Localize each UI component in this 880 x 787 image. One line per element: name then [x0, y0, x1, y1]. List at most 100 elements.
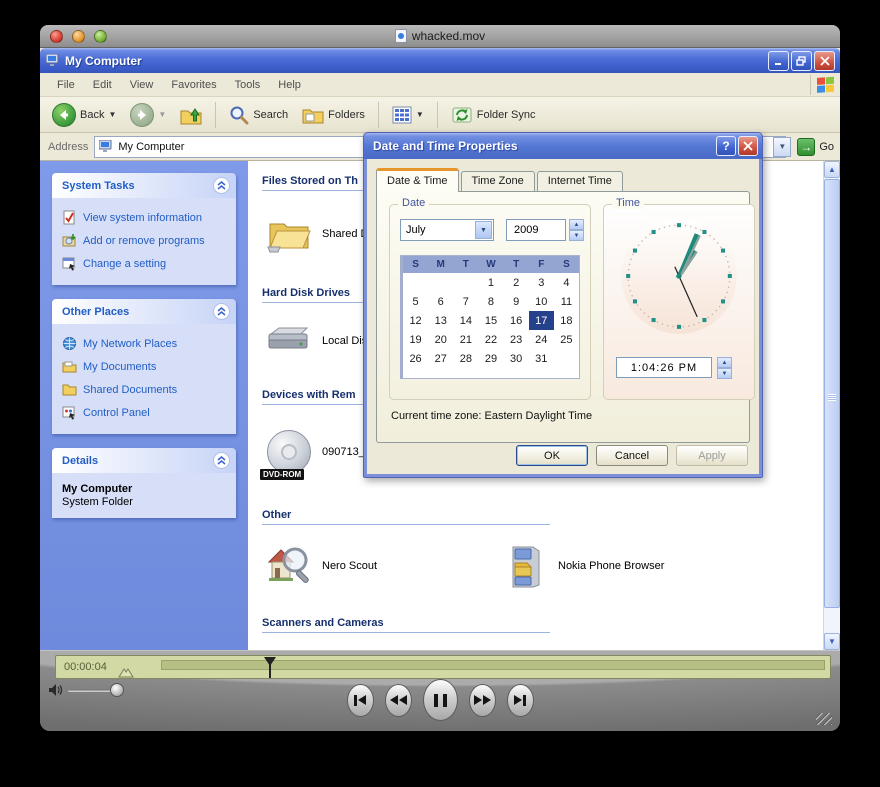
- item-apple-isight[interactable]: Apple Built-in iSight: [262, 633, 498, 650]
- calendar-day[interactable]: 27: [428, 349, 453, 368]
- calendar-day[interactable]: 15: [478, 311, 503, 330]
- dialog-titlebar[interactable]: Date and Time Properties ?: [364, 133, 762, 159]
- folder-sync-button[interactable]: Folder Sync: [447, 103, 540, 127]
- pause-button[interactable]: [423, 679, 458, 721]
- help-button[interactable]: ?: [716, 136, 736, 156]
- calendar-day[interactable]: 23: [504, 330, 529, 349]
- rewind-button[interactable]: [385, 684, 412, 717]
- close-traffic-light-icon[interactable]: [50, 30, 63, 43]
- timeline-track[interactable]: [161, 660, 825, 670]
- forward-button[interactable]: ▼: [126, 101, 170, 129]
- sidebar-item-my-network-places[interactable]: My Network Places: [62, 332, 228, 355]
- tab-date-time[interactable]: Date & Time: [376, 168, 459, 192]
- chevron-up-icon[interactable]: [213, 177, 230, 194]
- previous-frame-button[interactable]: [347, 684, 374, 717]
- fast-forward-button[interactable]: [469, 684, 496, 717]
- menu-favorites[interactable]: Favorites: [162, 75, 225, 95]
- month-select[interactable]: July ▼: [400, 219, 494, 241]
- back-button[interactable]: Back▼: [48, 101, 120, 129]
- calendar-day[interactable]: 6: [428, 292, 453, 311]
- minimize-button[interactable]: [768, 51, 789, 71]
- calendar-day[interactable]: 31: [529, 349, 554, 368]
- other-places-header[interactable]: Other Places: [52, 299, 236, 324]
- calendar-day[interactable]: 29: [478, 349, 503, 368]
- search-button[interactable]: Search: [225, 103, 292, 127]
- calendar-day[interactable]: [403, 273, 428, 292]
- chevron-up-icon[interactable]: [213, 452, 230, 469]
- calendar-day[interactable]: 21: [453, 330, 478, 349]
- address-dropdown-button[interactable]: ▼: [773, 137, 791, 157]
- apply-button[interactable]: Apply: [676, 445, 748, 466]
- scroll-down-button[interactable]: ▼: [824, 633, 840, 650]
- system-tasks-header[interactable]: System Tasks: [52, 173, 236, 198]
- next-frame-button[interactable]: [507, 684, 534, 717]
- spin-down-icon[interactable]: ▼: [717, 368, 732, 379]
- tab-internet-time[interactable]: Internet Time: [537, 171, 623, 191]
- calendar-day[interactable]: 1: [478, 273, 503, 292]
- calendar-day[interactable]: 7: [453, 292, 478, 311]
- chevron-up-icon[interactable]: [213, 303, 230, 320]
- calendar-day[interactable]: [554, 349, 579, 368]
- calendar-day[interactable]: [453, 273, 478, 292]
- zoom-traffic-light-icon[interactable]: [94, 30, 107, 43]
- calendar-day[interactable]: 12: [403, 311, 428, 330]
- sidebar-item-my-documents[interactable]: My Documents: [62, 355, 228, 378]
- up-button[interactable]: [176, 103, 206, 127]
- scroll-up-button[interactable]: ▲: [824, 161, 840, 178]
- year-spinner[interactable]: ▲ ▼: [569, 219, 584, 241]
- cancel-button[interactable]: Cancel: [596, 445, 668, 466]
- calendar-day[interactable]: 22: [478, 330, 503, 349]
- selection-marker-icon[interactable]: [118, 666, 134, 678]
- calendar-day[interactable]: 3: [529, 273, 554, 292]
- sidebar-item-add-remove-programs[interactable]: Add or remove programs: [62, 229, 228, 252]
- time-spinner[interactable]: ▲ ▼: [717, 357, 732, 379]
- ok-button[interactable]: OK: [516, 445, 588, 466]
- calendar-day[interactable]: 18: [554, 311, 579, 330]
- calendar-day[interactable]: 10: [529, 292, 554, 311]
- calendar-day[interactable]: 24: [529, 330, 554, 349]
- year-input[interactable]: 2009: [506, 219, 566, 241]
- item-nokia-phone-browser[interactable]: Nokia Phone Browser: [498, 525, 734, 607]
- timeline[interactable]: 00:00:04: [55, 655, 831, 679]
- calendar-day[interactable]: 20: [428, 330, 453, 349]
- item-nero-scout[interactable]: Nero Scout: [262, 525, 498, 607]
- spin-down-icon[interactable]: ▼: [569, 230, 584, 241]
- menu-tools[interactable]: Tools: [226, 75, 270, 95]
- scrollbar-thumb[interactable]: [824, 179, 840, 608]
- quicktime-titlebar[interactable]: whacked.mov: [40, 25, 840, 48]
- spin-up-icon[interactable]: ▲: [717, 357, 732, 368]
- xp-titlebar[interactable]: My Computer: [40, 48, 840, 73]
- sidebar-item-control-panel[interactable]: Control Panel: [62, 401, 228, 424]
- calendar-day[interactable]: 5: [403, 292, 428, 311]
- menu-edit[interactable]: Edit: [84, 75, 121, 95]
- menu-view[interactable]: View: [121, 75, 163, 95]
- calendar-day[interactable]: 28: [453, 349, 478, 368]
- calendar-day[interactable]: 25: [554, 330, 579, 349]
- playhead[interactable]: [264, 657, 276, 672]
- minimize-traffic-light-icon[interactable]: [72, 30, 85, 43]
- calendar-day[interactable]: [428, 273, 453, 292]
- restore-button[interactable]: [791, 51, 812, 71]
- tab-time-zone[interactable]: Time Zone: [461, 171, 535, 191]
- calendar-day[interactable]: 9: [504, 292, 529, 311]
- go-button[interactable]: → Go: [797, 138, 834, 156]
- dialog-close-button[interactable]: [738, 136, 758, 156]
- vertical-scrollbar[interactable]: ▲ ▼: [823, 161, 840, 650]
- sidebar-item-view-system-information[interactable]: View system information: [62, 206, 228, 229]
- calendar[interactable]: SMTWTFS 1234 567891011 12131415161718 19…: [400, 255, 580, 379]
- close-button[interactable]: [814, 51, 835, 71]
- menu-help[interactable]: Help: [269, 75, 310, 95]
- spin-up-icon[interactable]: ▲: [569, 219, 584, 230]
- calendar-day[interactable]: 16: [504, 311, 529, 330]
- calendar-day[interactable]: 14: [453, 311, 478, 330]
- calendar-day-selected[interactable]: 17: [529, 311, 554, 330]
- calendar-day[interactable]: 2: [504, 273, 529, 292]
- sidebar-item-change-a-setting[interactable]: Change a setting: [62, 252, 228, 275]
- calendar-day[interactable]: 11: [554, 292, 579, 311]
- resize-grip[interactable]: [816, 713, 832, 725]
- calendar-day[interactable]: 30: [504, 349, 529, 368]
- calendar-day[interactable]: 26: [403, 349, 428, 368]
- menu-file[interactable]: File: [48, 75, 84, 95]
- calendar-day[interactable]: 8: [478, 292, 503, 311]
- details-header[interactable]: Details: [52, 448, 236, 473]
